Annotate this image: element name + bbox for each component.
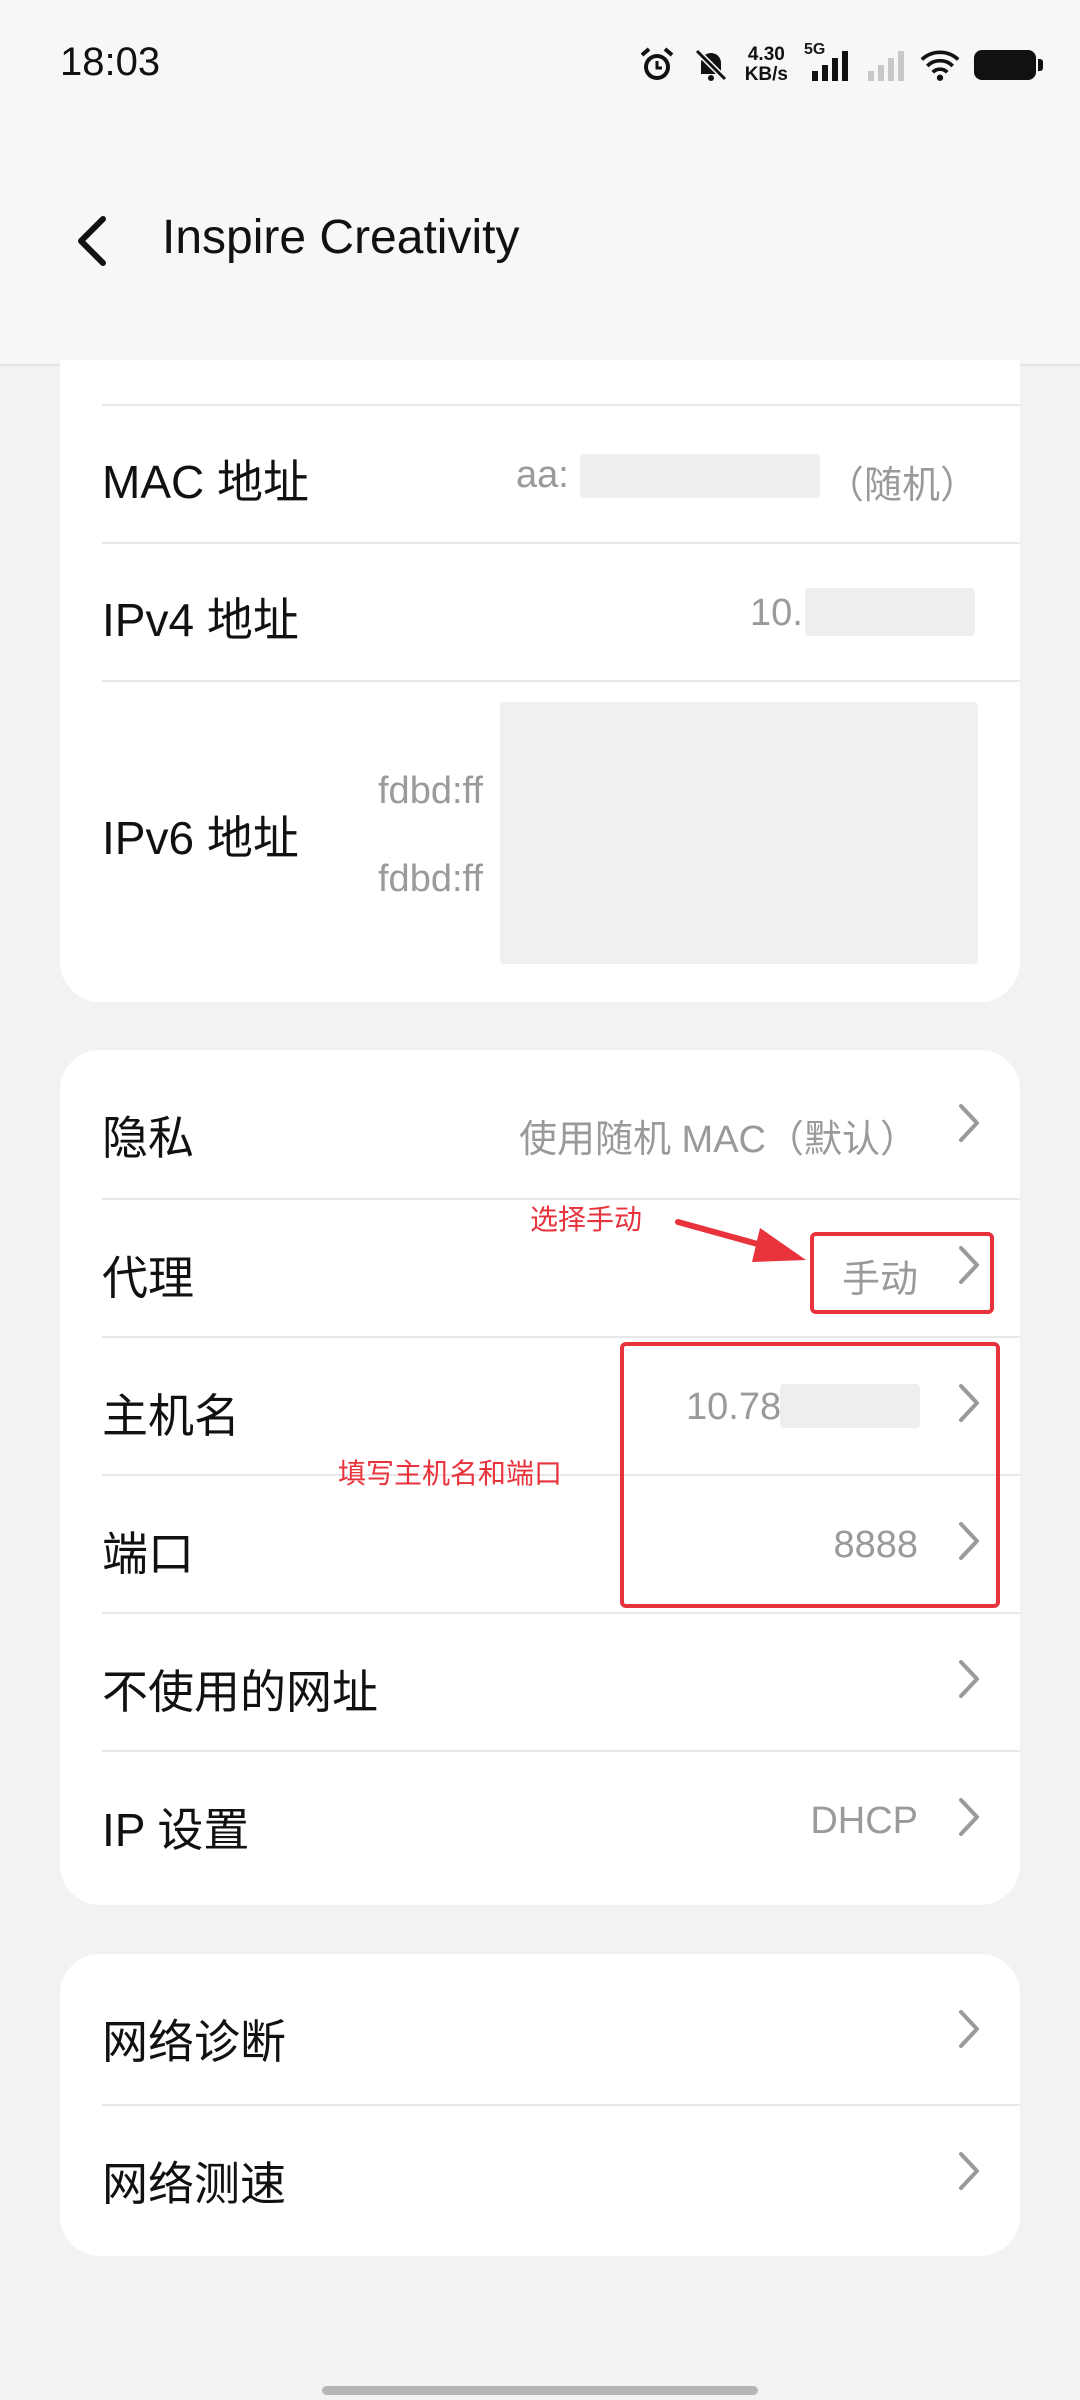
ipv6-address-value-1: fdbd:ff (378, 770, 483, 812)
privacy-value: 使用随机 MAC（默认） (518, 1119, 918, 1161)
hostname-label: 主机名 (102, 1390, 240, 1442)
battery-icon (974, 50, 1043, 80)
port-label: 端口 (102, 1528, 194, 1580)
ip-settings-row[interactable]: IP 设置 DHCP (60, 1752, 1020, 1902)
home-indicator[interactable] (322, 2386, 758, 2395)
signal-5g-icon: 5G (802, 41, 852, 85)
mac-random-tag: （随机） (825, 465, 978, 507)
ip-settings-value: DHCP (810, 1800, 918, 1842)
signal-weak-icon (866, 45, 906, 85)
privacy-row[interactable]: 隐私 使用随机 MAC（默认） (60, 1050, 1020, 1198)
redacted-ipv6 (500, 702, 978, 964)
annotation-box-proxy (810, 1232, 994, 1314)
net-speed: 4.30 KB/s (745, 45, 788, 85)
ip-settings-label: IP 设置 (102, 1804, 250, 1856)
network-speed-test-row[interactable]: 网络测速 (60, 2106, 1020, 2256)
ipv6-address-value-2: fdbd:ff (378, 858, 483, 900)
ipv6-address-row: IPv6 地址 fdbd:ff fdbd:ff (60, 682, 1020, 982)
annotation-box-host-port (620, 1342, 1000, 1608)
network-diagnosis-row[interactable]: 网络诊断 (60, 1954, 1020, 2104)
network-diagnosis-label: 网络诊断 (102, 2016, 286, 2068)
privacy-label: 隐私 (102, 1112, 194, 1164)
network-speed-test-label: 网络测速 (102, 2158, 286, 2210)
mac-address-label: MAC 地址 (102, 456, 309, 508)
mac-address-value: aa: (516, 454, 569, 496)
annotation-arrow (675, 1219, 806, 1262)
mac-address-row: MAC 地址 aa: （随机） (60, 406, 1020, 542)
chevron-left-icon (78, 216, 106, 266)
net-speed-value: 4.30 (747, 44, 785, 65)
wifi-icon (920, 45, 960, 85)
network-info-card: MAC 地址 aa: （随机） IPv4 地址 10. IPv6 地址 fdbd… (60, 360, 1020, 1002)
ipv4-address-label: IPv4 地址 (102, 594, 299, 646)
chevron-right-icon (954, 1656, 984, 1702)
page-title: Inspire Creativity (162, 211, 520, 264)
proxy-label: 代理 (102, 1252, 194, 1304)
redacted-mac (580, 454, 820, 498)
back-button[interactable] (62, 205, 122, 277)
ipv4-address-row: IPv4 地址 10. (60, 544, 1020, 680)
chevron-right-icon (954, 2148, 984, 2194)
chevron-right-icon (954, 1100, 984, 1146)
ipv6-address-label: IPv6 地址 (102, 812, 299, 864)
status-icons: 4.30 KB/s 5G (637, 38, 1043, 92)
mute-bell-icon (691, 45, 731, 85)
bypass-urls-row[interactable]: 不使用的网址 (60, 1614, 1020, 1750)
network-type: 5G (804, 41, 826, 58)
redacted-ipv4 (805, 588, 975, 636)
annotation-select-manual: 选择手动 (530, 1204, 643, 1235)
ipv4-address-value: 10. (750, 592, 803, 634)
bypass-urls-label: 不使用的网址 (102, 1666, 378, 1718)
alarm-icon (637, 45, 677, 85)
network-tools-card: 网络诊断 网络测速 (60, 1954, 1020, 2256)
net-speed-unit: KB/s (744, 64, 788, 85)
annotation-fill-host-port: 填写主机名和端口 (338, 1458, 563, 1489)
top-bar: 18:03 4.30 KB/s 5G Inspire Creativity (0, 0, 1080, 366)
chevron-right-icon (954, 2006, 984, 2052)
status-time: 18:03 (60, 40, 161, 84)
chevron-right-icon (954, 1794, 984, 1840)
